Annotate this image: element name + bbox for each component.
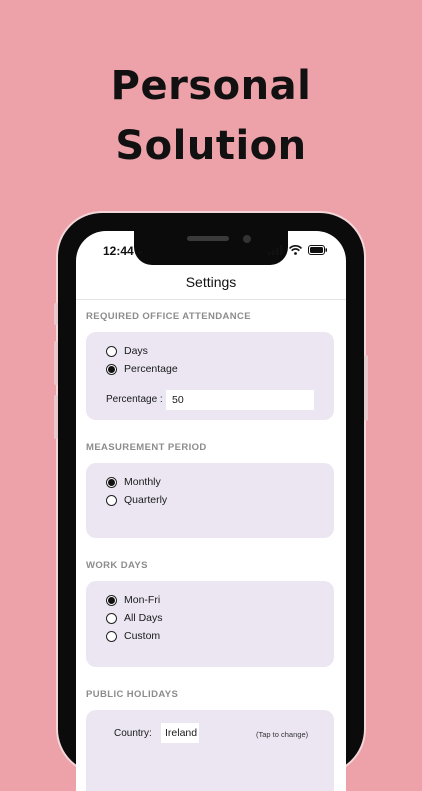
percentage-label: Percentage : [106,394,163,405]
status-time-text: 12:44 [103,244,134,258]
headline: Personal Solution [0,56,422,176]
section-header-public-holidays: PUBLIC HOLIDAYS [86,689,179,700]
radio-label: Custom [124,630,161,642]
public-holidays-card: Country: Ireland (Tap to change) [86,710,334,791]
radio-option-percentage[interactable]: Percentage [106,363,178,375]
radio-label: Monthly [124,476,161,488]
radio-icon [106,630,117,642]
radio-selected-icon [106,476,117,488]
headline-line-1: Personal [110,63,312,109]
nav-divider [76,299,346,300]
radio-icon [106,612,117,624]
radio-selected-icon [106,594,117,606]
phone-power-button [364,355,368,421]
section-header-work-days: WORK DAYS [86,560,148,571]
wifi-icon [289,245,302,255]
work-days-card: Mon-Fri All Days Custom [86,581,334,667]
headline-line-2: Solution [115,123,307,169]
radio-icon [106,494,117,506]
phone-notch [134,231,288,265]
location-arrow-icon: ➤ [137,248,144,257]
section-header-measurement: MEASUREMENT PERIOD [86,442,207,453]
status-indicators [268,245,328,255]
radio-selected-icon [106,363,117,375]
measurement-card: Monthly Quarterly [86,463,334,538]
radio-option-all-days[interactable]: All Days [106,612,163,624]
radio-option-monthly[interactable]: Monthly [106,476,161,488]
percentage-input[interactable] [166,390,314,410]
front-camera [243,235,251,243]
phone-mute-switch [54,303,58,325]
radio-icon [106,345,117,357]
radio-label: Mon-Fri [124,594,161,606]
radio-option-days[interactable]: Days [106,345,148,357]
phone-volume-up [54,341,58,385]
country-value[interactable]: Ireland [161,723,199,743]
tap-to-change-hint: (Tap to change) [256,730,309,739]
cellular-signal-icon [268,245,283,255]
radio-label: All Days [124,612,163,624]
battery-icon [308,245,327,255]
page-title: Settings [185,274,237,290]
app-screen: 12:44 ➤ Settings REQUIRED OFFICE ATTENDA… [76,231,346,791]
attendance-card: Days Percentage Percentage : [86,332,334,420]
section-header-attendance: REQUIRED OFFICE ATTENDANCE [86,311,252,322]
country-label: Country: [114,728,152,739]
speaker-grille [187,236,229,241]
radio-option-mon-fri[interactable]: Mon-Fri [106,594,160,606]
radio-option-quarterly[interactable]: Quarterly [106,494,167,506]
radio-label: Percentage [124,363,178,375]
phone-frame: 12:44 ➤ Settings REQUIRED OFFICE ATTENDA… [54,213,368,791]
phone-volume-down [54,395,58,439]
radio-label: Days [124,345,148,357]
status-time: 12:44 ➤ [103,244,144,258]
radio-option-custom[interactable]: Custom [106,630,160,642]
radio-label: Quarterly [124,494,168,506]
